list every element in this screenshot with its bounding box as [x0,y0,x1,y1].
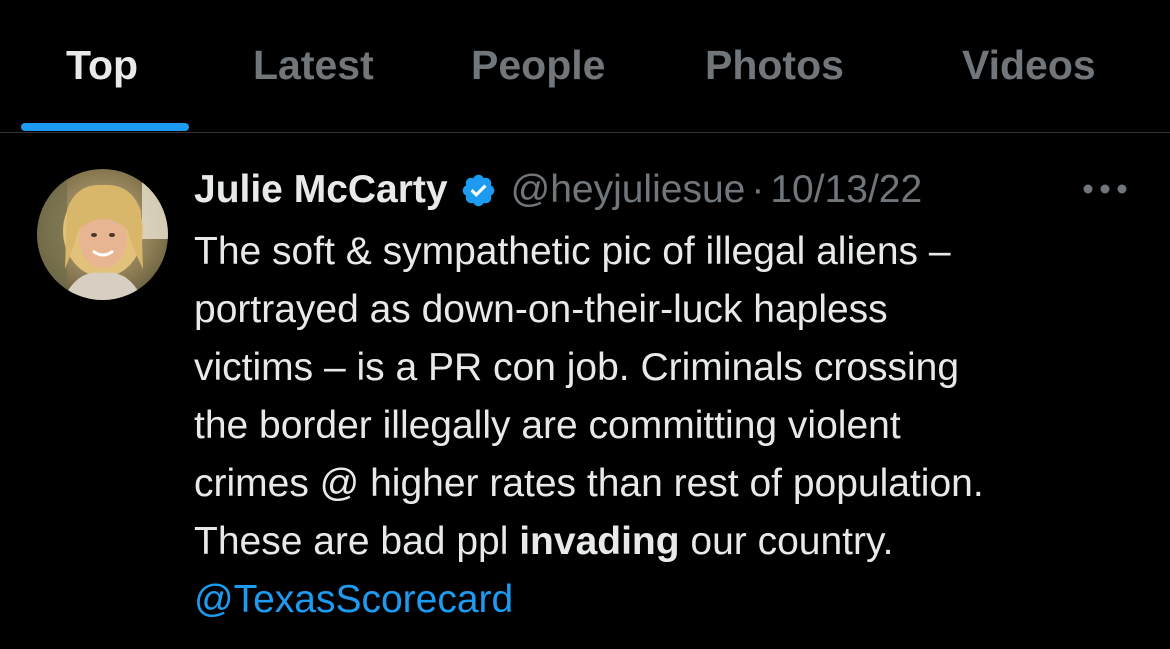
tab-latest[interactable]: Latest [253,42,374,89]
tweet-text-line: The soft & sympathetic pic of illegal al… [194,230,951,273]
tab-top[interactable]: Top [66,42,138,89]
text-fragment: These are bad ppl [194,520,520,563]
author-name[interactable]: Julie McCarty [194,168,448,212]
avatar[interactable] [37,169,168,300]
tab-people[interactable]: People [471,42,605,89]
tweet-text-line-last: These are bad ppl invading our country. [194,513,1144,571]
tab-videos[interactable]: Videos [962,42,1096,89]
tweet-header: Julie McCarty @heyjuliesue · 10/13/22 [194,165,922,215]
verified-badge-icon [462,174,494,206]
active-tab-indicator [21,123,189,131]
tab-photos[interactable]: Photos [705,42,844,89]
tweet-date[interactable]: 10/13/22 [770,168,922,212]
avatar-photo [37,169,168,300]
mention-link[interactable]: @TexasScorecard [194,571,1144,629]
tweet-text-line: portrayed as down-on-their-luck hapless [194,288,888,331]
tweet-text-line: victims – is a PR con job. Criminals cro… [194,346,960,389]
tweet-text-line: the border illegally are committing viol… [194,404,901,447]
tweet-text: The soft & sympathetic pic of illegal al… [194,223,1144,629]
bold-word: invading [519,520,680,563]
text-fragment: our country. [679,520,894,563]
separator-dot: · [751,168,765,211]
search-tabs: Top Latest People Photos Videos [0,0,1170,133]
tweet-text-line: crimes @ higher rates than rest of popul… [194,462,984,505]
more-horizontal-icon[interactable] [1080,176,1130,202]
author-handle[interactable]: @heyjuliesue [511,168,746,212]
tweet[interactable]: Julie McCarty @heyjuliesue · 10/13/22 Th… [0,133,1170,649]
